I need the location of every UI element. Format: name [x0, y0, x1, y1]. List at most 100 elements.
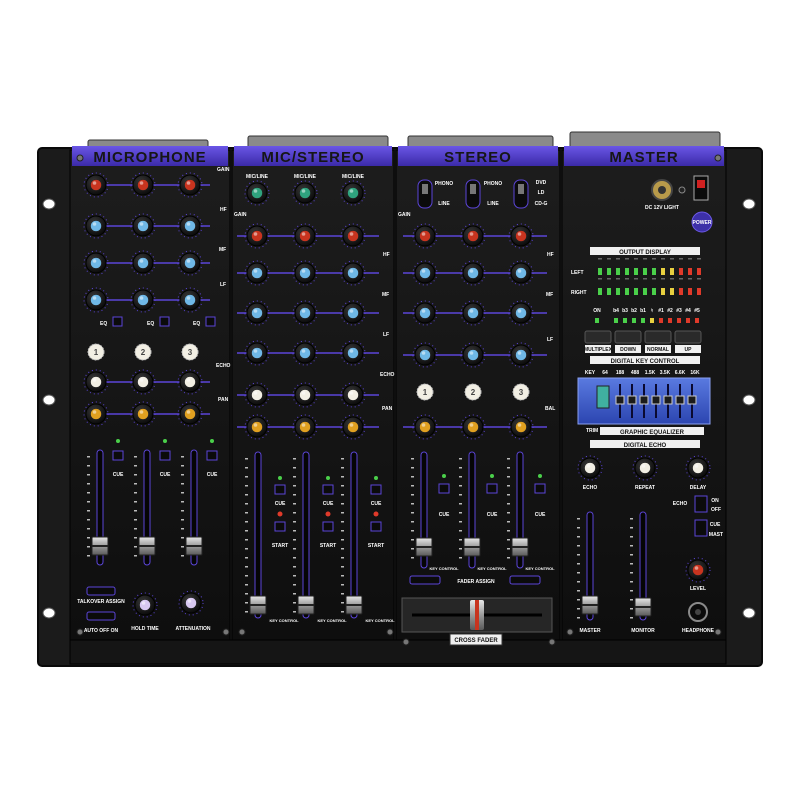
st-fader-3-tick	[507, 485, 510, 487]
ms-start-button-1[interactable]	[274, 521, 286, 532]
st-fader-1-tick	[411, 458, 414, 460]
mast-label: MAST	[709, 532, 723, 538]
ms-fader-1-tick	[245, 512, 248, 514]
ms-fader-3-tick	[341, 485, 344, 487]
ms-start-button-3[interactable]	[370, 521, 382, 532]
mic-cue-button-1[interactable]	[112, 450, 124, 461]
key-button-down[interactable]	[614, 330, 642, 344]
key-code-7: #2	[667, 308, 673, 314]
st-hf-knob-1-cap	[419, 267, 431, 279]
master-fader-tick	[577, 554, 580, 556]
mic-fader-1-tick	[87, 537, 90, 539]
st-cue-button-3[interactable]	[534, 483, 546, 494]
mic-lf-knob-3-cap	[184, 294, 196, 306]
mic-gain-knob-3-cap	[184, 179, 196, 191]
eq-slider-cap-4[interactable]	[651, 395, 661, 405]
meter-led-left-6	[643, 268, 647, 275]
key-button-label-up: UP	[685, 347, 693, 353]
fader-assign-left[interactable]	[409, 575, 441, 585]
echo-knob-shine	[586, 464, 591, 468]
eq-slider-cap-5[interactable]	[663, 395, 673, 405]
st-cue-button-1[interactable]	[438, 483, 450, 494]
ms-gain-label: GAIN	[234, 212, 247, 218]
eq-freq-2: 64	[602, 370, 608, 376]
left-label: LEFT	[571, 270, 584, 276]
mic-cue-button-2[interactable]	[159, 450, 171, 461]
st-cue-led-1	[442, 474, 446, 478]
mic-fader-2-tick	[134, 483, 137, 485]
mic-cue-button-3[interactable]	[206, 450, 218, 461]
ms-echo-knob-2-cap	[299, 389, 311, 401]
auto-off-on-switch[interactable]	[86, 611, 116, 621]
ms-start-button-2[interactable]	[322, 521, 334, 532]
st-bal-knob-3-cap	[515, 421, 527, 433]
ms-fader-3-tick	[341, 521, 344, 523]
mic-line-label-3: MIC/LINE	[342, 174, 365, 180]
key-button-normal[interactable]	[644, 330, 672, 344]
ms-mf-knob-3-shine	[349, 309, 354, 313]
ms-lf-knob-1-shine	[253, 349, 258, 353]
st-gain-knob-1-cap	[419, 230, 431, 242]
st-fader-3-tick	[507, 458, 510, 460]
meter-led-right-11	[688, 288, 692, 295]
mic-eq-button-2[interactable]	[159, 316, 170, 327]
st-channel-badge-3: 3	[512, 383, 530, 401]
ms-lf-knob-2-cap	[299, 347, 311, 359]
mic-channel-badge-2-number: 2	[141, 348, 146, 357]
st-hf-label: HF	[547, 252, 554, 258]
eq-slider-cap-3[interactable]	[639, 395, 649, 405]
ms-fader-1-tick	[245, 458, 248, 460]
eq-slider-cap-2[interactable]	[627, 395, 637, 405]
ms-pan-knob-2-cap	[299, 421, 311, 433]
ms-fader-2-tick	[293, 575, 296, 577]
st-channel-badge-1: 1	[416, 383, 434, 401]
eq-slider-cap-7[interactable]	[687, 395, 697, 405]
ms-gain-knob-1-cap	[251, 230, 263, 242]
st-fader-1-tick	[411, 557, 414, 559]
master-fader-tick	[577, 590, 580, 592]
ms-fader-1-tick	[245, 521, 248, 523]
ms-cue-button-2[interactable]	[322, 484, 334, 495]
dc-light-label: DC 12V LIGHT	[645, 205, 679, 211]
hold-time-label: HOLD TIME	[131, 626, 159, 632]
meter-led-left-3	[616, 268, 620, 275]
echo-on-off-switch[interactable]	[694, 495, 708, 513]
key-button-multiplex[interactable]	[584, 330, 612, 344]
cue-mast-switch[interactable]	[694, 519, 708, 537]
mic-lf-knob-3-shine	[186, 296, 191, 300]
key-code-10: #5	[694, 308, 700, 314]
echo-knob-cap	[584, 462, 596, 474]
mic-eq-label-3: EQ	[193, 321, 200, 327]
eq-slider-cap-1[interactable]	[615, 395, 625, 405]
mic-cue-label-3: CUE	[207, 472, 218, 478]
level-label: LEVEL	[690, 586, 706, 592]
ld-label: LD	[538, 190, 545, 196]
ms-cue-button-3[interactable]	[370, 484, 382, 495]
key-button-up[interactable]	[674, 330, 702, 344]
mic-fader-2-tick	[134, 456, 137, 458]
ms-fader-2-cap-line	[298, 604, 314, 606]
eq-slider-cap-6[interactable]	[675, 395, 685, 405]
master-fader-tick	[577, 617, 580, 619]
talkover-assign-switch[interactable]	[86, 586, 116, 596]
ms-lf-knob-3-shine	[349, 349, 354, 353]
fader-assign-right[interactable]	[509, 575, 541, 585]
monitor-fader-cap-line	[635, 606, 651, 608]
key-on-label: ON	[593, 308, 601, 314]
st-cue-button-2[interactable]	[486, 483, 498, 494]
key-code-2: b3	[622, 308, 628, 314]
mic-eq-button-1[interactable]	[112, 316, 123, 327]
ms-cue-button-1[interactable]	[274, 484, 286, 495]
mic-fader-3-tick	[181, 474, 184, 476]
mic-gain-knob-2-cap	[137, 179, 149, 191]
meter-tick	[625, 258, 629, 260]
ms-gain-knob-1-shine	[253, 232, 258, 236]
ms-fader-3-tick	[341, 494, 344, 496]
mic-fader-3-tick	[181, 492, 184, 494]
mic-gain-knob-1-cap	[90, 179, 102, 191]
ms-lf-knob-1-cap	[251, 347, 263, 359]
mic-eq-button-3[interactable]	[205, 316, 216, 327]
ms-start-led-2	[325, 511, 331, 517]
st-cue-led-2	[490, 474, 494, 478]
monitor-fader-tick	[630, 617, 633, 619]
